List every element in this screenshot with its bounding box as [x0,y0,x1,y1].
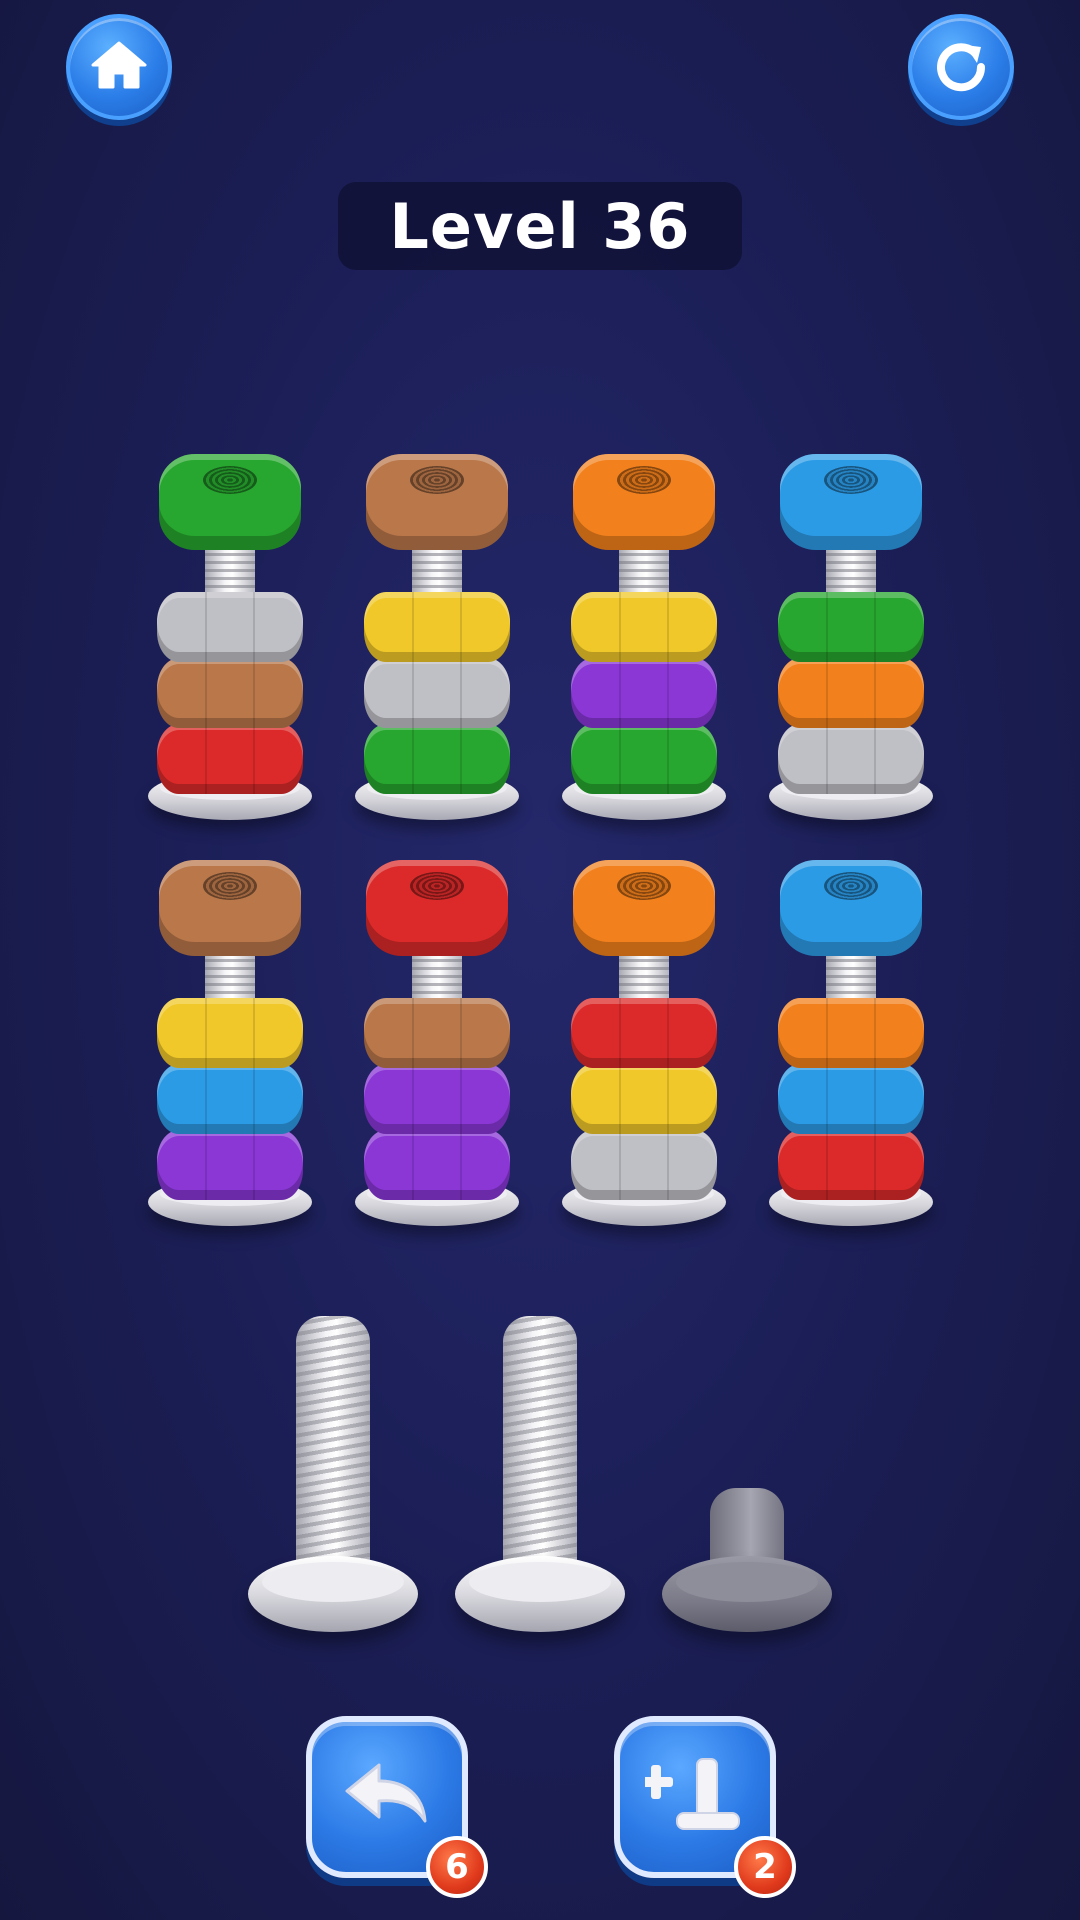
nut-yellow [157,998,303,1068]
nut-yellow [571,592,717,662]
nut-column-1[interactable] [145,400,315,820]
nut-red [157,724,303,794]
nut-hole [617,872,671,900]
nut-hole [824,466,878,494]
nut-orange [778,998,924,1068]
nut-red [778,1130,924,1200]
nut-hole [410,466,464,494]
restart-button[interactable] [908,14,1014,120]
top-nut-orange[interactable] [573,454,715,550]
undo-count: 6 [445,1847,469,1887]
nut-blue [157,1064,303,1134]
top-nut-blue[interactable] [780,860,922,956]
nut-hole [203,466,257,494]
add-bolt-count: 2 [753,1847,777,1887]
bolt-base [662,1556,832,1632]
add-bolt-count-badge: 2 [734,1836,796,1898]
nut-bronze [157,658,303,728]
home-icon [89,37,149,98]
home-button[interactable] [66,14,172,120]
nut-gray [778,724,924,794]
locked-bolt[interactable] [662,1312,832,1632]
nut-column-2[interactable] [352,400,522,820]
add-bolt-icon [639,1747,745,1848]
bolt-base [455,1556,625,1632]
nut-purple [571,658,717,728]
undo-button[interactable]: 6 [306,1716,488,1898]
nut-column-7[interactable] [559,806,729,1226]
nut-purple [364,1130,510,1200]
nut-hole [617,466,671,494]
top-nut-bronze[interactable] [159,860,301,956]
nut-column-8[interactable] [766,806,936,1226]
nut-green [364,724,510,794]
nut-column-5[interactable] [145,806,315,1226]
nut-column-3[interactable] [559,400,729,820]
nut-column-4[interactable] [766,400,936,820]
top-nut-orange[interactable] [573,860,715,956]
nut-orange [778,658,924,728]
nut-green [778,592,924,662]
nut-purple [364,1064,510,1134]
top-nut-green[interactable] [159,454,301,550]
level-title-text: Level 36 [389,189,691,263]
restart-icon [931,35,991,100]
nut-gray [157,592,303,662]
add-bolt-button[interactable]: 2 [614,1716,796,1898]
empty-bolt-2[interactable] [455,1312,625,1632]
nut-yellow [364,592,510,662]
nut-yellow [571,1064,717,1134]
undo-count-badge: 6 [426,1836,488,1898]
nut-green [571,724,717,794]
nut-column-6[interactable] [352,806,522,1226]
undo-arrow-icon [339,1755,435,1840]
nut-gray [364,658,510,728]
nut-purple [157,1130,303,1200]
level-title: Level 36 [338,182,742,270]
top-nut-blue[interactable] [780,454,922,550]
top-nut-red[interactable] [366,860,508,956]
bolt-base [248,1556,418,1632]
empty-bolt-1[interactable] [248,1312,418,1632]
nut-bronze [364,998,510,1068]
nut-gray [571,1130,717,1200]
top-nut-bronze[interactable] [366,454,508,550]
nut-blue [778,1064,924,1134]
nut-hole [203,872,257,900]
nut-hole [824,872,878,900]
nut-red [571,998,717,1068]
nut-hole [410,872,464,900]
